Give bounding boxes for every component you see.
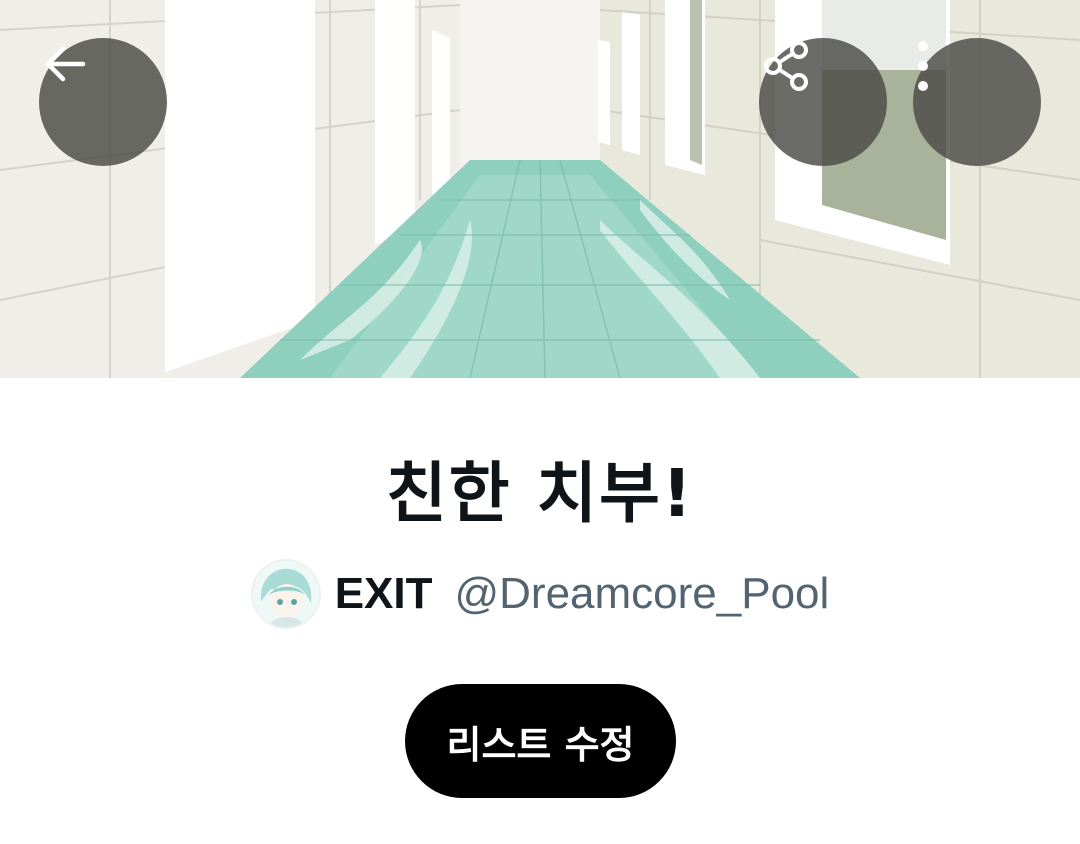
- avatar-illustration: [252, 561, 319, 627]
- back-button[interactable]: [39, 38, 167, 166]
- owner-display-name[interactable]: EXIT: [335, 569, 433, 619]
- edit-list-button[interactable]: 리스트 수정: [405, 684, 676, 798]
- more-options-button[interactable]: [913, 38, 1041, 166]
- list-banner-image: [0, 0, 1080, 378]
- share-button[interactable]: [759, 38, 887, 166]
- owner-handle[interactable]: @Dreamcore_Pool: [454, 569, 829, 619]
- avatar[interactable]: [250, 559, 321, 629]
- list-owner[interactable]: EXIT @Dreamcore_Pool: [0, 558, 1080, 630]
- list-title: 친한 치부!: [386, 455, 694, 532]
